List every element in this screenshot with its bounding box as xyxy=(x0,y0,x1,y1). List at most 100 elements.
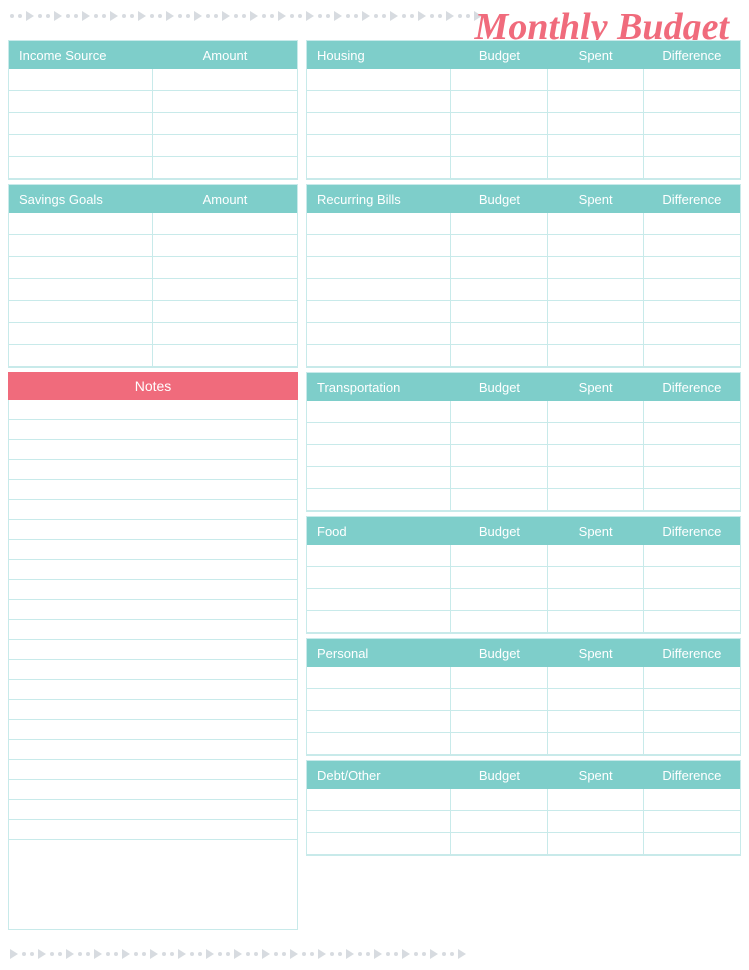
food-cell[interactable] xyxy=(307,611,451,632)
bills-cell[interactable] xyxy=(307,279,451,300)
bills-cell[interactable] xyxy=(644,345,740,366)
savings-cell[interactable] xyxy=(153,301,297,322)
food-cell[interactable] xyxy=(644,545,740,566)
personal-cell[interactable] xyxy=(644,667,740,688)
notes-line[interactable] xyxy=(9,540,297,560)
bills-cell[interactable] xyxy=(451,257,547,278)
housing-cell[interactable] xyxy=(644,157,740,178)
notes-line[interactable] xyxy=(9,740,297,760)
transport-cell[interactable] xyxy=(451,401,547,422)
debt-cell[interactable] xyxy=(548,833,644,854)
transport-cell[interactable] xyxy=(548,401,644,422)
notes-line[interactable] xyxy=(9,680,297,700)
food-cell[interactable] xyxy=(644,611,740,632)
housing-cell[interactable] xyxy=(307,69,451,90)
notes-line[interactable] xyxy=(9,620,297,640)
bills-cell[interactable] xyxy=(644,213,740,234)
housing-cell[interactable] xyxy=(451,69,547,90)
transport-cell[interactable] xyxy=(548,423,644,444)
bills-cell[interactable] xyxy=(644,257,740,278)
debt-cell[interactable] xyxy=(451,811,547,832)
debt-cell[interactable] xyxy=(644,789,740,810)
transport-cell[interactable] xyxy=(451,467,547,488)
housing-cell[interactable] xyxy=(548,69,644,90)
personal-cell[interactable] xyxy=(548,733,644,754)
housing-cell[interactable] xyxy=(307,113,451,134)
food-cell[interactable] xyxy=(307,545,451,566)
food-cell[interactable] xyxy=(451,567,547,588)
savings-cell[interactable] xyxy=(9,323,153,344)
notes-line[interactable] xyxy=(9,600,297,620)
housing-cell[interactable] xyxy=(644,135,740,156)
notes-line[interactable] xyxy=(9,440,297,460)
housing-cell[interactable] xyxy=(644,69,740,90)
bills-cell[interactable] xyxy=(451,235,547,256)
bills-cell[interactable] xyxy=(451,301,547,322)
transport-cell[interactable] xyxy=(307,401,451,422)
housing-cell[interactable] xyxy=(644,113,740,134)
debt-cell[interactable] xyxy=(644,811,740,832)
food-cell[interactable] xyxy=(548,567,644,588)
bills-cell[interactable] xyxy=(307,345,451,366)
savings-cell[interactable] xyxy=(9,301,153,322)
notes-line[interactable] xyxy=(9,760,297,780)
personal-cell[interactable] xyxy=(548,689,644,710)
bills-cell[interactable] xyxy=(548,257,644,278)
income-cell[interactable] xyxy=(9,135,153,156)
personal-cell[interactable] xyxy=(451,667,547,688)
personal-cell[interactable] xyxy=(644,711,740,732)
bills-cell[interactable] xyxy=(644,323,740,344)
bills-cell[interactable] xyxy=(307,301,451,322)
bills-cell[interactable] xyxy=(548,213,644,234)
transport-cell[interactable] xyxy=(548,445,644,466)
personal-cell[interactable] xyxy=(451,711,547,732)
transport-cell[interactable] xyxy=(644,445,740,466)
income-cell[interactable] xyxy=(153,69,297,90)
income-cell[interactable] xyxy=(153,157,297,178)
transport-cell[interactable] xyxy=(451,423,547,444)
notes-line[interactable] xyxy=(9,800,297,820)
transport-cell[interactable] xyxy=(548,489,644,510)
notes-line[interactable] xyxy=(9,480,297,500)
transport-cell[interactable] xyxy=(644,489,740,510)
transport-cell[interactable] xyxy=(644,423,740,444)
bills-cell[interactable] xyxy=(548,323,644,344)
debt-cell[interactable] xyxy=(548,811,644,832)
savings-cell[interactable] xyxy=(153,235,297,256)
savings-cell[interactable] xyxy=(9,257,153,278)
notes-line[interactable] xyxy=(9,700,297,720)
debt-cell[interactable] xyxy=(307,811,451,832)
housing-cell[interactable] xyxy=(644,91,740,112)
debt-cell[interactable] xyxy=(307,833,451,854)
debt-cell[interactable] xyxy=(548,789,644,810)
housing-cell[interactable] xyxy=(451,135,547,156)
food-cell[interactable] xyxy=(548,545,644,566)
personal-cell[interactable] xyxy=(307,733,451,754)
housing-cell[interactable] xyxy=(548,135,644,156)
transport-cell[interactable] xyxy=(307,423,451,444)
transport-cell[interactable] xyxy=(644,467,740,488)
transport-cell[interactable] xyxy=(451,445,547,466)
notes-line[interactable] xyxy=(9,820,297,840)
housing-cell[interactable] xyxy=(307,157,451,178)
savings-cell[interactable] xyxy=(9,279,153,300)
notes-line[interactable] xyxy=(9,780,297,800)
notes-line[interactable] xyxy=(9,420,297,440)
housing-cell[interactable] xyxy=(451,157,547,178)
notes-line[interactable] xyxy=(9,640,297,660)
transport-cell[interactable] xyxy=(451,489,547,510)
savings-cell[interactable] xyxy=(9,213,153,234)
housing-cell[interactable] xyxy=(548,91,644,112)
transport-cell[interactable] xyxy=(307,467,451,488)
personal-cell[interactable] xyxy=(644,733,740,754)
housing-cell[interactable] xyxy=(451,91,547,112)
bills-cell[interactable] xyxy=(307,235,451,256)
food-cell[interactable] xyxy=(644,589,740,610)
food-cell[interactable] xyxy=(307,567,451,588)
bills-cell[interactable] xyxy=(307,323,451,344)
transport-cell[interactable] xyxy=(644,401,740,422)
personal-cell[interactable] xyxy=(451,689,547,710)
transport-cell[interactable] xyxy=(548,467,644,488)
debt-cell[interactable] xyxy=(451,789,547,810)
notes-line[interactable] xyxy=(9,500,297,520)
